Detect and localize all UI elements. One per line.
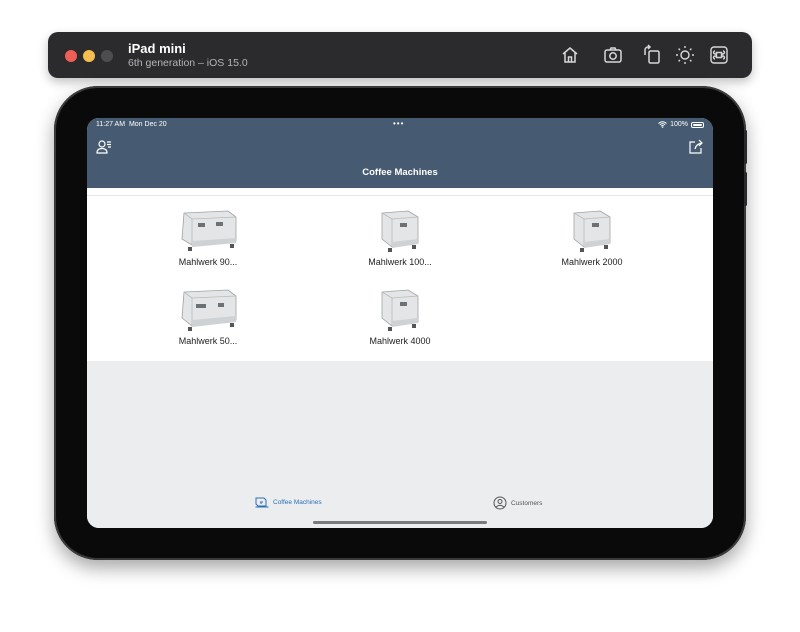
share-icon[interactable]: [687, 138, 705, 156]
status-date: Mon Dec 20: [128, 121, 167, 128]
zoom-window-button[interactable]: [101, 50, 113, 62]
machine-grid: Mahlwerk 90... Mahlwerk 100... Mahlwerk …: [87, 188, 713, 361]
coffee-machine-image: [537, 203, 647, 253]
coffee-machine-image: [345, 282, 455, 332]
status-time: 11:27 AM: [96, 121, 126, 128]
machine-tile[interactable]: Mahlwerk 4000: [345, 282, 455, 346]
user-list-icon[interactable]: [95, 138, 113, 156]
machine-tile[interactable]: Mahlwerk 100...: [345, 203, 455, 267]
tab-customers[interactable]: Customers: [493, 496, 542, 510]
command-icon[interactable]: [708, 44, 730, 66]
machine-label: Mahlwerk 2000: [561, 257, 623, 267]
app-screen: 11:27 AM Mon Dec 20 ••• 100% Coffee Mach…: [87, 118, 713, 528]
battery-percentage: 100%: [670, 121, 688, 128]
tab-bar: Coffee Machines Customers: [87, 488, 713, 528]
screenshot-icon[interactable]: [602, 44, 624, 66]
machine-tile[interactable]: Mahlwerk 50...: [153, 282, 263, 346]
wifi-icon: [658, 121, 667, 128]
home-indicator[interactable]: [313, 521, 487, 524]
close-window-button[interactable]: [65, 50, 77, 62]
machine-tile[interactable]: Mahlwerk 90...: [153, 203, 263, 267]
coffee-machine-image: [153, 282, 263, 332]
machine-label: Mahlwerk 100...: [368, 257, 432, 267]
machine-label: Mahlwerk 90...: [178, 257, 238, 267]
rotate-icon[interactable]: [641, 44, 663, 66]
device-name: iPad mini: [128, 41, 186, 56]
coffee-machine-image: [153, 203, 263, 253]
device-detail: 6th generation – iOS 15.0: [128, 57, 248, 69]
ipad-device-frame: 11:27 AM Mon Dec 20 ••• 100% Coffee Mach…: [54, 86, 747, 560]
minimize-window-button[interactable]: [83, 50, 95, 62]
tab-label: Customers: [511, 499, 543, 507]
page-title: Coffee Machines: [362, 167, 438, 178]
machine-label: Mahlwerk 4000: [369, 336, 431, 346]
simulator-title-bar: iPad mini 6th generation – iOS 15.0: [48, 32, 752, 78]
coffee-machine-icon: [255, 497, 269, 508]
appearance-icon[interactable]: [674, 44, 696, 66]
volume-up-button: [744, 130, 747, 164]
machine-tile[interactable]: Mahlwerk 2000: [537, 203, 647, 267]
tab-coffee-machines[interactable]: Coffee Machines: [255, 496, 322, 508]
status-bar: 11:27 AM Mon Dec 20 ••• 100%: [87, 118, 713, 132]
coffee-machine-image: [345, 203, 455, 253]
person-circle-icon: [493, 496, 507, 510]
machine-label: Mahlwerk 50...: [178, 336, 238, 346]
tab-label: Coffee Machines: [273, 498, 322, 506]
home-icon[interactable]: [559, 44, 581, 66]
battery-icon: [691, 121, 704, 128]
grid-divider: [87, 195, 713, 196]
multitasking-dots[interactable]: •••: [393, 119, 404, 128]
navigation-bar: Coffee Machines: [87, 132, 713, 188]
volume-down-button: [744, 172, 747, 206]
